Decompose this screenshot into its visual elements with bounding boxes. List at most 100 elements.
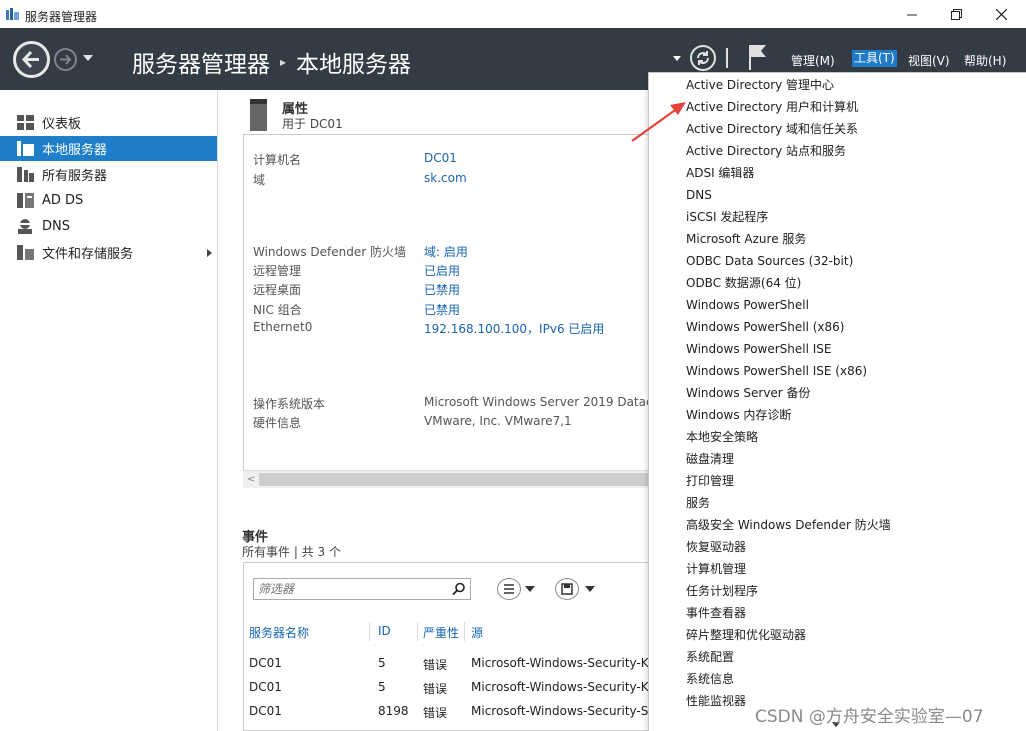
property-label: 计算机名 — [253, 153, 302, 167]
tools-menu-item[interactable]: Active Directory 用户和计算机 — [686, 96, 858, 118]
event-source-cell: Microsoft-Windows-Security-K — [471, 680, 649, 694]
property-value-link[interactable]: DC01 — [424, 151, 457, 165]
tools-menu-item[interactable]: 系统信息 — [686, 668, 734, 690]
tools-menu-item[interactable]: 碎片整理和优化驱动器 — [686, 624, 806, 646]
column-header-id[interactable]: ID — [378, 624, 391, 638]
column-separator — [369, 622, 370, 641]
menu-view[interactable]: 视图(V) — [908, 52, 950, 69]
tools-menu-item[interactable]: 事件查看器 — [686, 602, 746, 624]
event-id-cell: 8198 — [378, 704, 409, 718]
sidebar-item-file-storage[interactable]: 文件和存储服务 — [0, 240, 217, 265]
property-value: VMware, Inc. VMware7,1 — [424, 414, 572, 428]
tools-menu-item[interactable]: 性能监视器 — [686, 690, 746, 712]
sidebar-item-dns[interactable]: DNS — [0, 214, 217, 239]
property-value: Microsoft Windows Server 2019 Datace — [424, 395, 660, 409]
breadcrumb-current: 本地服务器 — [296, 52, 412, 78]
tools-menu-item[interactable]: Active Directory 域和信任关系 — [686, 118, 858, 140]
event-server-cell: DC01 — [249, 656, 282, 670]
local-server-icon — [17, 141, 34, 156]
sidebar-item-local-server[interactable]: 本地服务器 — [0, 136, 217, 161]
server-manager-app-icon — [6, 8, 19, 20]
arrow-right-icon — [60, 54, 72, 65]
property-value-link[interactable]: 已禁用 — [424, 301, 460, 318]
menu-tools[interactable]: 工具(T) — [852, 50, 897, 67]
save-query-dropdown-icon[interactable] — [585, 586, 595, 592]
tools-menu-item[interactable]: ADSI 编辑器 — [686, 162, 754, 184]
sidebar-item-label: 所有服务器 — [42, 169, 108, 184]
save-query-button[interactable] — [555, 578, 579, 600]
forward-button[interactable] — [54, 48, 77, 71]
tools-menu-item[interactable]: Windows 内存诊断 — [686, 404, 791, 426]
list-options-dropdown-icon[interactable] — [525, 586, 535, 592]
property-value-link[interactable]: 已启用 — [424, 262, 460, 279]
scroll-left-icon[interactable]: < — [247, 474, 255, 485]
tools-menu-item[interactable]: 本地安全策略 — [686, 426, 758, 448]
dashboard-icon — [17, 115, 34, 130]
window-title-bar: 服务器管理器 — [0, 0, 1026, 28]
menu-help[interactable]: 帮助(H) — [964, 52, 1006, 69]
property-label: 域 — [253, 173, 266, 187]
tools-menu-item[interactable]: 恢复驱动器 — [686, 536, 746, 558]
property-value-link[interactable]: 192.168.100.100，IPv6 已启用 — [424, 320, 604, 337]
event-severity-cell: 错误 — [423, 682, 448, 696]
tools-menu-item[interactable]: 磁盘清理 — [686, 448, 734, 470]
tools-menu-item[interactable]: Microsoft Azure 服务 — [686, 228, 806, 250]
ad-ds-icon — [17, 193, 34, 208]
tools-menu-item[interactable]: 打印管理 — [686, 470, 734, 492]
property-label: NIC 组合 — [253, 303, 302, 317]
property-value-link[interactable]: 域: 启用 — [424, 243, 468, 260]
close-button[interactable] — [986, 4, 1016, 24]
tools-menu-item[interactable]: Windows PowerShell ISE (x86) — [686, 360, 867, 382]
events-filter-box[interactable] — [253, 578, 471, 600]
list-options-button[interactable] — [497, 578, 521, 600]
property-label: Ethernet0 — [253, 320, 313, 334]
event-server-cell: DC01 — [249, 704, 282, 718]
tools-menu-item[interactable]: DNS — [686, 184, 712, 206]
sidebar-item-label: DNS — [42, 219, 70, 234]
back-button[interactable] — [13, 41, 50, 78]
property-label: 远程管理 — [253, 264, 302, 278]
server-properties-icon — [250, 99, 267, 131]
tools-menu-item[interactable]: Windows Server 备份 — [686, 382, 811, 404]
history-dropdown-icon[interactable] — [83, 55, 93, 61]
tools-menu-item[interactable]: ODBC 数据源(64 位) — [686, 272, 801, 294]
tools-menu-item[interactable]: ODBC Data Sources (32-bit) — [686, 250, 853, 272]
tools-menu-item[interactable]: iSCSI 发起程序 — [686, 206, 768, 228]
event-source-cell: Microsoft-Windows-Security-K — [471, 656, 649, 670]
scrollbar-thumb[interactable] — [259, 473, 649, 486]
column-header-severity[interactable]: 严重性 — [423, 624, 459, 641]
tools-menu-item[interactable]: 系统配置 — [686, 646, 734, 668]
maximize-button[interactable] — [941, 4, 971, 24]
property-label: 远程桌面 — [253, 283, 302, 297]
arrow-left-icon — [21, 50, 39, 69]
expand-arrow-icon[interactable] — [207, 249, 212, 257]
tools-menu-item[interactable]: Windows PowerShell (x86) — [686, 316, 844, 338]
tools-menu-item[interactable]: 任务计划程序 — [686, 580, 758, 602]
tools-menu-item[interactable]: Windows PowerShell — [686, 294, 809, 316]
properties-horizontal-scrollbar[interactable]: < — [243, 470, 649, 488]
sidebar-item-label: AD DS — [42, 193, 84, 208]
property-value-link[interactable]: sk.com — [424, 171, 467, 185]
menu-manage[interactable]: 管理(M) — [791, 52, 835, 69]
column-header-source[interactable]: 源 — [471, 624, 483, 641]
tools-menu-item[interactable]: Active Directory 站点和服务 — [686, 140, 846, 162]
sidebar-item-dashboard[interactable]: 仪表板 — [0, 110, 217, 135]
tools-menu-item[interactable]: 高级安全 Windows Defender 防火墙 — [686, 514, 891, 536]
sidebar-item-ad-ds[interactable]: AD DS — [0, 188, 217, 213]
refresh-dropdown-icon[interactable] — [673, 56, 681, 61]
sidebar-item-label: 本地服务器 — [42, 143, 108, 158]
tools-menu-item[interactable]: Windows PowerShell ISE — [686, 338, 832, 360]
notifications-flag-icon[interactable] — [748, 43, 768, 71]
filter-input[interactable] — [254, 579, 444, 599]
tools-menu-item[interactable]: 计算机管理 — [686, 558, 746, 580]
column-header-server-name[interactable]: 服务器名称 — [249, 624, 309, 641]
sidebar-item-all-servers[interactable]: 所有服务器 — [0, 162, 217, 187]
tools-menu-item[interactable]: 服务 — [686, 492, 710, 514]
search-icon[interactable] — [452, 582, 466, 596]
property-value-link[interactable]: 已禁用 — [424, 281, 460, 298]
refresh-button[interactable] — [690, 45, 716, 71]
minimize-button[interactable] — [897, 4, 927, 24]
minimize-icon — [907, 14, 917, 16]
tools-menu-item[interactable]: Active Directory 管理中心 — [686, 74, 834, 96]
breadcrumb-root[interactable]: 服务器管理器 — [132, 45, 270, 79]
